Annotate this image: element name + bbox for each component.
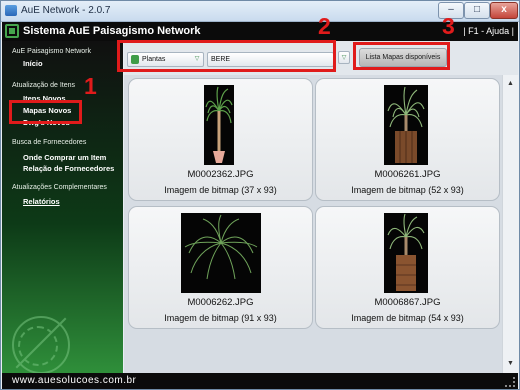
logo-icon [5,24,19,38]
annotation-box-2 [117,40,336,72]
sidebar: AuE Paisagismo Network Início Atualizaçã… [2,41,123,373]
scrollbar[interactable]: ▲ ▼ [502,75,519,373]
compass-watermark [12,316,70,373]
image-filename: M0006262.JPG [187,297,254,308]
window-title: AuE Network - 2.0.7 [21,5,111,16]
scroll-up-icon[interactable]: ▲ [505,78,516,90]
maximize-button[interactable]: □ [464,2,490,19]
image-card[interactable]: M0006262.JPG Imagem de bitmap (91 x 93) [128,206,313,329]
image-card[interactable]: M0006867.JPG Imagem de bitmap (54 x 93) [315,206,500,329]
app-icon [5,5,17,16]
help-link[interactable]: | F1 - Ajuda | [463,26,514,36]
plant-image [384,213,428,293]
plant-image [181,213,261,293]
plant-image [384,85,428,165]
scroll-down-icon[interactable]: ▼ [505,358,516,370]
image-filename: M0006867.JPG [374,297,441,308]
image-description: Imagem de bitmap (54 x 93) [351,313,464,323]
app-header: Sistema AuE Paisagismo Network | F1 - Aj… [2,22,518,41]
annotation-number-3: 3 [442,13,455,39]
sidebar-section-title: Atualizações Complementares [12,184,107,191]
sidebar-section-title: Atualização de Itens [12,82,76,89]
resize-grip-icon[interactable] [505,377,515,387]
image-description: Imagem de bitmap (52 x 93) [351,185,464,195]
plant-image [204,85,234,165]
sidebar-item-onde-comprar[interactable]: Onde Comprar um Item [23,153,106,162]
sidebar-item-inicio[interactable]: Início [23,59,43,68]
image-filename: M0002362.JPG [187,169,254,180]
sidebar-section-title: AuE Paisagismo Network [12,48,91,55]
image-card[interactable]: M0002362.JPG Imagem de bitmap (37 x 93) [128,78,313,201]
system-title: Sistema AuE Paisagismo Network [23,25,201,37]
close-button[interactable]: x [490,2,518,19]
image-grid: M0002362.JPG Imagem de bitmap (37 x 93) … [124,75,502,373]
image-description: Imagem de bitmap (37 x 93) [164,185,277,195]
sidebar-item-fornecedores[interactable]: Relação de Fornecedores [23,164,114,173]
sidebar-item-relatorios[interactable]: Relatórios [23,197,60,206]
annotation-box-1 [9,100,82,124]
sidebar-section-title: Busca de Fornecedores [12,139,87,146]
annotation-box-3 [353,42,450,70]
image-description: Imagem de bitmap (91 x 93) [164,313,277,323]
footer: www.auesolucoes.com.br [2,373,518,389]
image-filename: M0006261.JPG [374,169,441,180]
annotation-number-2: 2 [318,13,331,39]
footer-url[interactable]: www.auesolucoes.com.br [12,375,136,386]
dropdown-arrow-icon[interactable]: ▽ [338,51,350,64]
image-card[interactable]: M0006261.JPG Imagem de bitmap (52 x 93) [315,78,500,201]
annotation-number-1: 1 [84,73,97,99]
